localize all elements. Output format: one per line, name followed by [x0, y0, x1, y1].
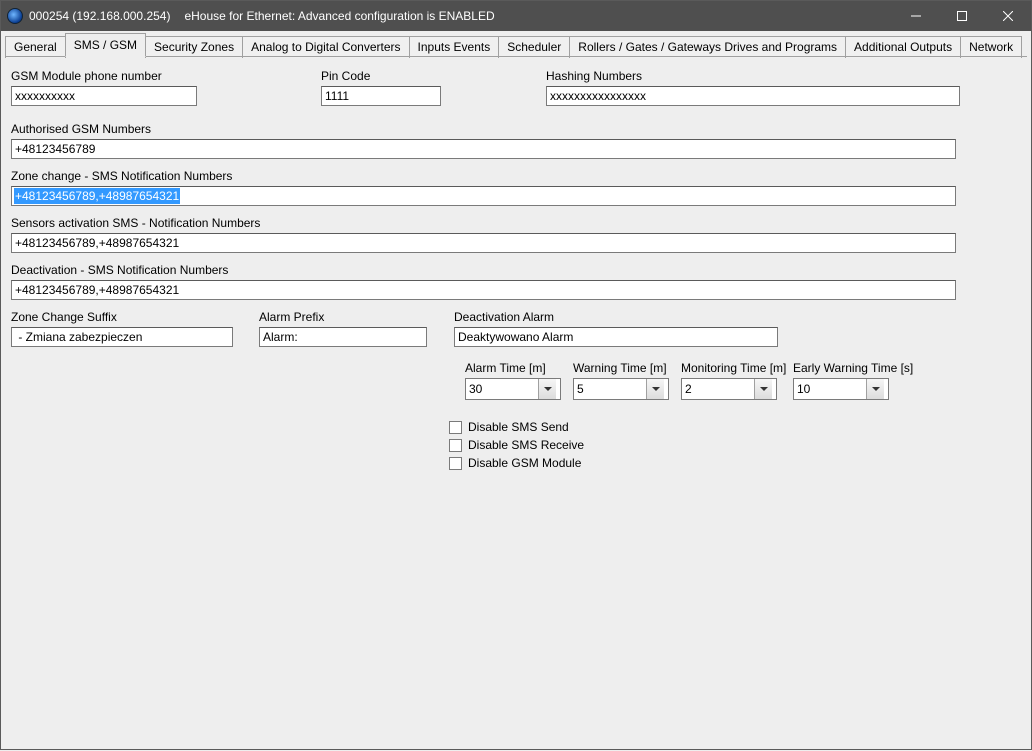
zone-change-suffix-input[interactable] — [11, 327, 233, 347]
app-icon — [7, 8, 23, 24]
tab-adc[interactable]: Analog to Digital Converters — [242, 36, 409, 58]
early-warning-time-select[interactable] — [793, 378, 889, 400]
tab-network[interactable]: Network — [960, 36, 1022, 58]
disable-sms-send-label: Disable SMS Send — [468, 420, 569, 434]
chevron-down-icon[interactable] — [538, 379, 556, 399]
authorised-input[interactable] — [11, 139, 956, 159]
minimize-button[interactable] — [893, 1, 939, 31]
maximize-button[interactable] — [939, 1, 985, 31]
tab-security-zones[interactable]: Security Zones — [145, 36, 243, 58]
window-title-right: eHouse for Ethernet: Advanced configurat… — [184, 9, 494, 23]
deactivation-notify-label: Deactivation - SMS Notification Numbers — [11, 263, 1021, 279]
tab-general[interactable]: General — [5, 36, 66, 58]
tab-bar: General SMS / GSM Security Zones Analog … — [1, 31, 1031, 57]
gsm-phone-label: GSM Module phone number — [11, 69, 321, 85]
zone-change-notify-label: Zone change - SMS Notification Numbers — [11, 169, 1021, 185]
alarm-time-label: Alarm Time [m] — [465, 361, 561, 377]
disable-gsm-module-checkbox[interactable] — [449, 457, 462, 470]
monitoring-time-select[interactable] — [681, 378, 777, 400]
monitoring-time-value[interactable] — [682, 379, 754, 399]
tab-sms-gsm[interactable]: SMS / GSM — [65, 33, 146, 57]
monitoring-time-label: Monitoring Time [m] — [681, 361, 781, 377]
early-warning-time-value[interactable] — [794, 379, 866, 399]
hashing-input[interactable] — [546, 86, 960, 106]
deactivation-notify-input[interactable] — [11, 280, 956, 300]
zone-change-notify-value: +48123456789,+48987654321 — [14, 188, 180, 204]
title-bar: 000254 (192.168.000.254) eHouse for Ethe… — [1, 1, 1031, 31]
deactivation-alarm-label: Deactivation Alarm — [454, 310, 784, 326]
close-button[interactable] — [985, 1, 1031, 31]
window-title-left: 000254 (192.168.000.254) — [29, 9, 170, 23]
sensors-activation-label: Sensors activation SMS - Notification Nu… — [11, 216, 1021, 232]
chevron-down-icon[interactable] — [866, 379, 884, 399]
tab-scheduler[interactable]: Scheduler — [498, 36, 570, 58]
zone-change-notify-input[interactable]: +48123456789,+48987654321 — [11, 186, 956, 206]
form-area: GSM Module phone number Pin Code Hashing… — [1, 57, 1031, 751]
alarm-time-value[interactable] — [466, 379, 538, 399]
authorised-label: Authorised GSM Numbers — [11, 122, 1021, 138]
tab-additional-outputs[interactable]: Additional Outputs — [845, 36, 961, 58]
zone-change-suffix-label: Zone Change Suffix — [11, 310, 259, 326]
alarm-time-select[interactable] — [465, 378, 561, 400]
gsm-phone-input[interactable] — [11, 86, 197, 106]
tab-inputs-events[interactable]: Inputs Events — [409, 36, 500, 58]
sensors-activation-input[interactable] — [11, 233, 956, 253]
disable-sms-receive-label: Disable SMS Receive — [468, 438, 584, 452]
chevron-down-icon[interactable] — [646, 379, 664, 399]
early-warning-time-label: Early Warning Time [s] — [793, 361, 903, 377]
warning-time-label: Warning Time [m] — [573, 361, 669, 377]
chevron-down-icon[interactable] — [754, 379, 772, 399]
hashing-label: Hashing Numbers — [546, 69, 966, 85]
pin-code-input[interactable] — [321, 86, 441, 106]
warning-time-value[interactable] — [574, 379, 646, 399]
alarm-prefix-label: Alarm Prefix — [259, 310, 454, 326]
tab-rollers[interactable]: Rollers / Gates / Gateways Drives and Pr… — [569, 36, 846, 58]
disable-sms-send-checkbox[interactable] — [449, 421, 462, 434]
warning-time-select[interactable] — [573, 378, 669, 400]
alarm-prefix-input[interactable] — [259, 327, 427, 347]
disable-gsm-module-label: Disable GSM Module — [468, 456, 581, 470]
disable-sms-receive-checkbox[interactable] — [449, 439, 462, 452]
deactivation-alarm-input[interactable] — [454, 327, 778, 347]
pin-code-label: Pin Code — [321, 69, 546, 85]
